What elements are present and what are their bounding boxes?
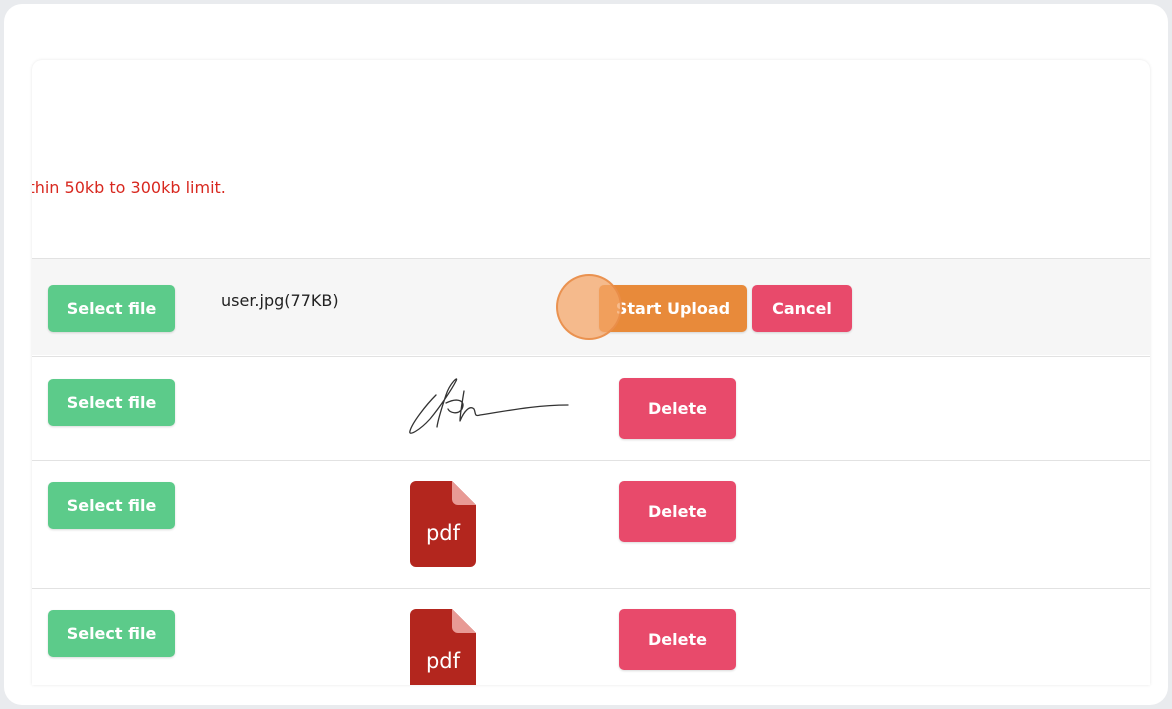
upload-row: Select file user.jpg(77KB) Start Upload …	[32, 258, 1150, 355]
size-limit-notice: ithin 50kb to 300kb limit.	[32, 178, 226, 197]
pdf-icon: pdf	[410, 609, 476, 685]
selected-filename: user.jpg(77KB)	[221, 291, 339, 310]
select-file-button[interactable]: Select file	[48, 379, 175, 426]
signature-image	[409, 378, 569, 434]
delete-button[interactable]: Delete	[619, 481, 736, 542]
file-row: Select file pdf Delete	[32, 460, 1150, 589]
select-file-button[interactable]: Select file	[48, 285, 175, 332]
delete-button[interactable]: Delete	[619, 609, 736, 670]
pdf-icon-label: pdf	[425, 649, 461, 673]
cancel-button[interactable]: Cancel	[752, 285, 852, 332]
file-row: Select file pdf Delete	[32, 588, 1150, 685]
pdf-icon: pdf	[410, 481, 476, 567]
pdf-icon-label: pdf	[425, 521, 461, 545]
select-file-button[interactable]: Select file	[48, 610, 175, 657]
cursor-highlight	[556, 274, 622, 340]
file-row: Select file Delete	[32, 356, 1150, 461]
select-file-button[interactable]: Select file	[48, 482, 175, 529]
window-frame: ithin 50kb to 300kb limit. Select file u…	[4, 4, 1168, 705]
upload-card: ithin 50kb to 300kb limit. Select file u…	[32, 60, 1150, 685]
delete-button[interactable]: Delete	[619, 378, 736, 439]
